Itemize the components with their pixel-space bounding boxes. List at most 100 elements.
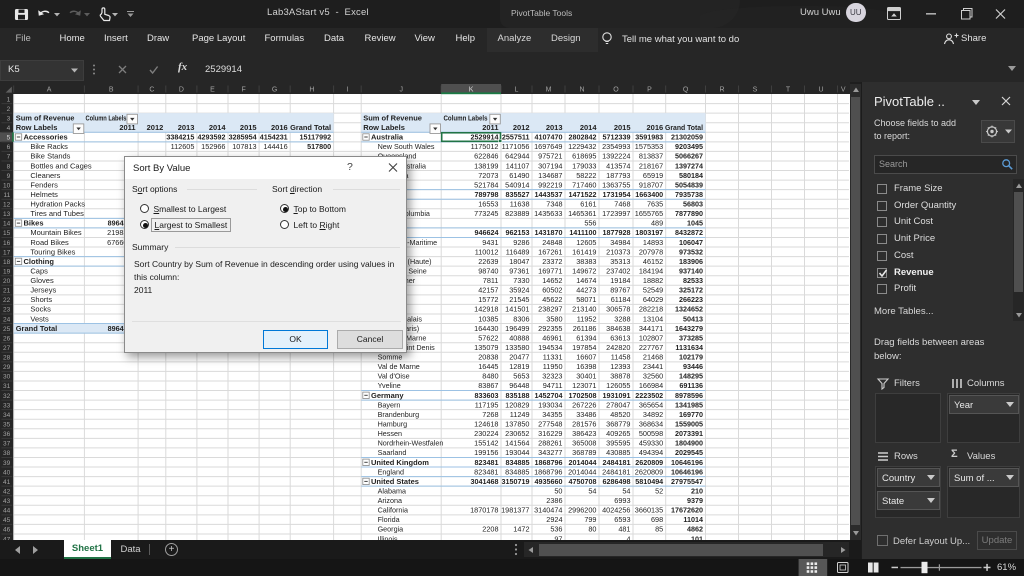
svg-text:Touring Bikes: Touring Bikes <box>30 247 75 256</box>
svg-text:7330: 7330 <box>513 276 529 285</box>
svg-text:2802842: 2802842 <box>569 133 597 142</box>
svg-text:8480: 8480 <box>482 372 498 381</box>
svg-text:40: 40 <box>3 469 11 476</box>
svg-text:21545: 21545 <box>509 295 529 304</box>
svg-text:4154231: 4154231 <box>260 133 288 142</box>
svg-text:2014: 2014 <box>580 123 598 132</box>
svg-text:481: 481 <box>618 525 630 534</box>
svg-text:7935738: 7935738 <box>675 190 703 199</box>
svg-text:44: 44 <box>3 508 11 515</box>
svg-text:Somme: Somme <box>378 353 403 362</box>
svg-text:1471522: 1471522 <box>569 190 597 199</box>
svg-text:14: 14 <box>3 221 11 228</box>
svg-text:261186: 261186 <box>573 324 597 333</box>
svg-text:1363755: 1363755 <box>602 180 630 189</box>
svg-text:823481: 823481 <box>474 467 498 476</box>
svg-text:2223502: 2223502 <box>635 391 663 400</box>
svg-text:Column Labels: Column Labels <box>444 113 488 122</box>
svg-text:622846: 622846 <box>474 152 498 161</box>
svg-text:5810494: 5810494 <box>635 477 663 486</box>
svg-text:9203495: 9203495 <box>675 142 703 151</box>
svg-text:1229432: 1229432 <box>568 142 596 151</box>
svg-text:21302059: 21302059 <box>671 133 703 142</box>
svg-text:Vests: Vests <box>30 314 49 323</box>
svg-text:698: 698 <box>651 515 663 524</box>
svg-text:277548: 277548 <box>538 420 562 429</box>
svg-text:Cleaners: Cleaners <box>30 171 60 180</box>
svg-text:2013: 2013 <box>178 123 195 132</box>
svg-text:29: 29 <box>3 364 11 371</box>
svg-text:3: 3 <box>7 115 11 122</box>
svg-text:373285: 373285 <box>679 333 703 342</box>
svg-text:2484181: 2484181 <box>602 467 630 476</box>
svg-text:G: G <box>272 87 277 94</box>
svg-text:52549: 52549 <box>643 286 663 295</box>
svg-text:2014: 2014 <box>209 123 227 132</box>
svg-text:45: 45 <box>3 517 11 524</box>
svg-text:57622: 57622 <box>478 333 498 342</box>
svg-text:1803197: 1803197 <box>635 228 663 237</box>
svg-text:413574: 413574 <box>606 161 630 170</box>
svg-text:46961: 46961 <box>542 333 562 342</box>
svg-text:946624: 946624 <box>475 228 499 237</box>
svg-text:H: H <box>309 87 314 94</box>
svg-text:2354993: 2354993 <box>602 142 630 151</box>
svg-text:365654: 365654 <box>639 400 663 409</box>
svg-text:72073: 72073 <box>478 171 498 180</box>
svg-text:187793: 187793 <box>606 171 630 180</box>
svg-text:10646196: 10646196 <box>671 467 703 476</box>
svg-text:10385: 10385 <box>478 314 498 323</box>
svg-text:83867: 83867 <box>478 381 498 390</box>
svg-text:1435633: 1435633 <box>534 209 562 218</box>
svg-text:Bike Racks: Bike Racks <box>30 142 68 151</box>
svg-text:Hamburg: Hamburg <box>378 420 408 429</box>
svg-text:Row Labels: Row Labels <box>16 123 58 132</box>
svg-text:82533: 82533 <box>683 276 703 285</box>
svg-text:17672620: 17672620 <box>671 506 703 515</box>
svg-text:116489: 116489 <box>506 247 530 256</box>
svg-text:5054839: 5054839 <box>675 180 703 189</box>
svg-text:18047: 18047 <box>509 257 529 266</box>
svg-text:1981377: 1981377 <box>501 506 529 515</box>
svg-text:Helmets: Helmets <box>30 190 58 199</box>
svg-text:P: P <box>647 87 652 94</box>
svg-text:11638: 11638 <box>510 200 530 209</box>
svg-text:1472: 1472 <box>513 525 529 534</box>
svg-text:34984: 34984 <box>610 238 630 247</box>
svg-text:6993: 6993 <box>614 496 630 505</box>
svg-text:292355: 292355 <box>538 324 562 333</box>
svg-text:94711: 94711 <box>543 381 563 390</box>
svg-text:22: 22 <box>3 297 11 304</box>
svg-text:31: 31 <box>3 383 11 390</box>
svg-text:368789: 368789 <box>572 448 596 457</box>
svg-text:2012: 2012 <box>513 123 530 132</box>
svg-text:278047: 278047 <box>606 400 630 409</box>
svg-text:38: 38 <box>3 450 11 457</box>
svg-text:F: F <box>241 87 245 94</box>
svg-text:199156: 199156 <box>474 448 498 457</box>
svg-text:144416: 144416 <box>263 142 287 151</box>
svg-text:137850: 137850 <box>505 420 529 429</box>
svg-text:7: 7 <box>7 154 11 161</box>
svg-text:266223: 266223 <box>679 295 703 304</box>
svg-text:18882: 18882 <box>643 276 663 285</box>
svg-text:148295: 148295 <box>679 372 703 381</box>
svg-text:1804900: 1804900 <box>675 439 703 448</box>
svg-text:117195: 117195 <box>475 400 499 409</box>
svg-text:194534: 194534 <box>538 343 562 352</box>
svg-text:494394: 494394 <box>639 448 663 457</box>
svg-text:Germany: Germany <box>371 391 404 400</box>
svg-text:409265: 409265 <box>606 429 630 438</box>
svg-text:37: 37 <box>3 441 11 448</box>
svg-text:15772: 15772 <box>478 295 498 304</box>
svg-text:1870178: 1870178 <box>470 506 498 515</box>
svg-text:20: 20 <box>3 278 11 285</box>
svg-text:K: K <box>469 87 474 94</box>
svg-text:149672: 149672 <box>572 267 596 276</box>
svg-text:193034: 193034 <box>538 400 562 409</box>
svg-text:1877928: 1877928 <box>603 228 631 237</box>
svg-text:S: S <box>753 87 758 94</box>
svg-text:213140: 213140 <box>572 305 596 314</box>
svg-text:2208: 2208 <box>482 525 498 534</box>
svg-text:835527: 835527 <box>506 190 530 199</box>
